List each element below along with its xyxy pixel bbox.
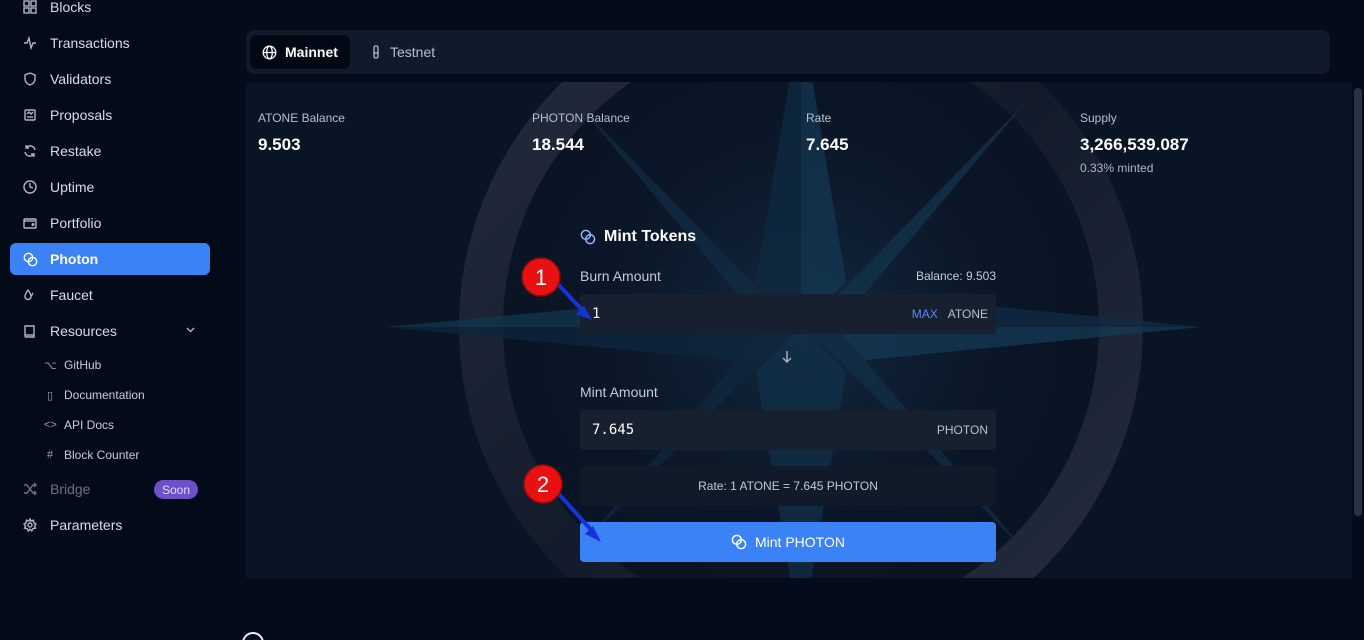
sidebar-item-label: Portfolio: [50, 215, 102, 231]
mint-amount-field: 7.645 PHOTON: [580, 410, 996, 450]
sidebar-item-uptime[interactable]: Uptime: [10, 171, 210, 203]
sidebar-item-label: Validators: [50, 71, 112, 87]
annotation-number: 1: [535, 265, 547, 290]
stat-rate: Rate 7.645: [806, 111, 849, 155]
proposals-icon: [22, 107, 38, 123]
stat-photon-balance: PHOTON Balance 18.544: [532, 111, 630, 155]
sidebar-item-proposals[interactable]: Proposals: [10, 99, 210, 131]
annotation-2: 2: [523, 464, 601, 542]
balance-label: Balance: 9.503: [915, 269, 996, 283]
sub-item-documentation[interactable]: ▯ Documentation: [44, 384, 145, 406]
stat-label: Supply: [1080, 111, 1117, 125]
coins-icon: [580, 229, 596, 245]
sidebar-item-faucet[interactable]: Faucet: [10, 279, 210, 311]
sidebar-item-photon[interactable]: Photon: [10, 243, 210, 275]
tab-mainnet[interactable]: Mainnet: [250, 35, 350, 69]
mint-unit: PHOTON: [936, 423, 988, 437]
burn-amount-input[interactable]: 1 MAX ATONE: [580, 294, 996, 334]
stat-value: 18.544: [532, 135, 584, 154]
sidebar-item-label: Uptime: [50, 179, 95, 195]
code-icon: <>: [44, 419, 57, 431]
wallet-icon: [22, 215, 38, 231]
sidebar-item-label: Transactions: [50, 35, 130, 51]
rate-text: Rate: 1 ATONE = 7.645 PHOTON: [698, 479, 878, 493]
coins-icon: [22, 251, 38, 267]
shuffle-icon: [22, 481, 38, 497]
activity-icon: [22, 35, 38, 51]
chevron-down-icon[interactable]: [185, 324, 196, 338]
sidebar-item-label: Blocks: [50, 0, 92, 15]
mint-suffix: PHOTON: [937, 423, 988, 437]
burn-unit: ATONE: [947, 307, 988, 321]
sidebar-item-label: Parameters: [50, 517, 123, 533]
sidebar-item-label: Bridge: [50, 481, 91, 497]
sidebar-item-label: Photon: [50, 251, 99, 267]
sidebar-item-label: Resources: [50, 323, 117, 339]
footer-logo-icon: [242, 632, 264, 640]
scrollbar[interactable]: [1354, 88, 1362, 516]
github-icon: ⌥: [44, 359, 57, 372]
sub-item-block-counter[interactable]: # Block Counter: [44, 444, 139, 466]
book-icon: [22, 323, 38, 339]
soon-badge: Soon: [153, 480, 198, 499]
sidebar-item-validators[interactable]: Validators: [10, 63, 210, 95]
shield-icon: [22, 71, 38, 87]
droplets-icon: [22, 287, 38, 303]
clock-icon: [22, 179, 38, 195]
sidebar-item-parameters[interactable]: Parameters: [10, 509, 210, 541]
annotation-1: 1: [521, 257, 592, 320]
annotation-number: 2: [537, 472, 549, 497]
stat-label: PHOTON Balance: [532, 111, 630, 125]
network-switcher: Mainnet Testnet: [246, 30, 1330, 74]
sub-item-api-docs[interactable]: <> API Docs: [44, 414, 114, 436]
tab-label: Testnet: [390, 44, 436, 60]
globe-icon: [262, 45, 277, 60]
sub-item-label: Block Counter: [64, 448, 140, 462]
sidebar-item-restake[interactable]: Restake: [10, 135, 210, 167]
gear-icon: [22, 517, 38, 533]
tab-testnet[interactable]: Testnet: [358, 35, 447, 69]
coins-icon: [731, 534, 747, 550]
sidebar-item-bridge: Bridge Soon: [10, 473, 210, 505]
hash-icon: #: [46, 449, 54, 461]
sidebar: Blocks Transactions Validators Proposals…: [0, 0, 222, 640]
sidebar-item-transactions[interactable]: Transactions: [10, 27, 210, 59]
mint-title-text: Mint Tokens: [604, 228, 697, 245]
stat-label: ATONE Balance: [258, 111, 345, 125]
mint-amount-label: Mint Amount: [580, 384, 658, 400]
sidebar-item-label: Restake: [50, 143, 102, 159]
sidebar-item-label: Proposals: [50, 107, 113, 123]
mint-amount-value: 7.645: [592, 422, 635, 438]
mint-photon-label: Mint PHOTON: [755, 534, 845, 550]
sub-item-label: Documentation: [64, 388, 145, 402]
book-icon: ▯: [46, 389, 54, 402]
sub-item-label: API Docs: [64, 418, 115, 432]
mint-title: Mint Tokens: [580, 228, 696, 246]
mint-photon-button[interactable]: Mint PHOTON: [580, 522, 996, 562]
sidebar-item-resources[interactable]: Resources: [10, 315, 210, 347]
sidebar-item-blocks[interactable]: Blocks: [10, 0, 210, 23]
stat-label: Rate: [806, 111, 832, 125]
refresh-icon: [22, 143, 38, 159]
stat-atone-balance: ATONE Balance 9.503: [258, 111, 345, 155]
tab-label: Mainnet: [285, 44, 338, 60]
stat-sub: 0.33% minted: [1080, 161, 1154, 175]
blocks-icon: [22, 0, 38, 15]
sidebar-item-portfolio[interactable]: Portfolio: [10, 207, 210, 239]
stat-value: 7.645: [806, 135, 849, 154]
sidebar-item-label: Faucet: [50, 287, 93, 303]
max-button[interactable]: MAX: [912, 307, 938, 321]
rate-info: Rate: 1 ATONE = 7.645 PHOTON: [580, 466, 996, 506]
burn-suffix: MAX ATONE: [912, 307, 988, 321]
sub-item-github[interactable]: ⌥ GitHub: [44, 354, 101, 376]
stat-supply: Supply 3,266,539.087 0.33% minted: [1080, 111, 1189, 175]
stat-value: 3,266,539.087: [1080, 135, 1189, 154]
stat-value: 9.503: [258, 135, 301, 154]
sub-item-label: GitHub: [64, 358, 102, 372]
arrow-down-icon: [781, 350, 793, 367]
flask-icon: [370, 44, 382, 60]
